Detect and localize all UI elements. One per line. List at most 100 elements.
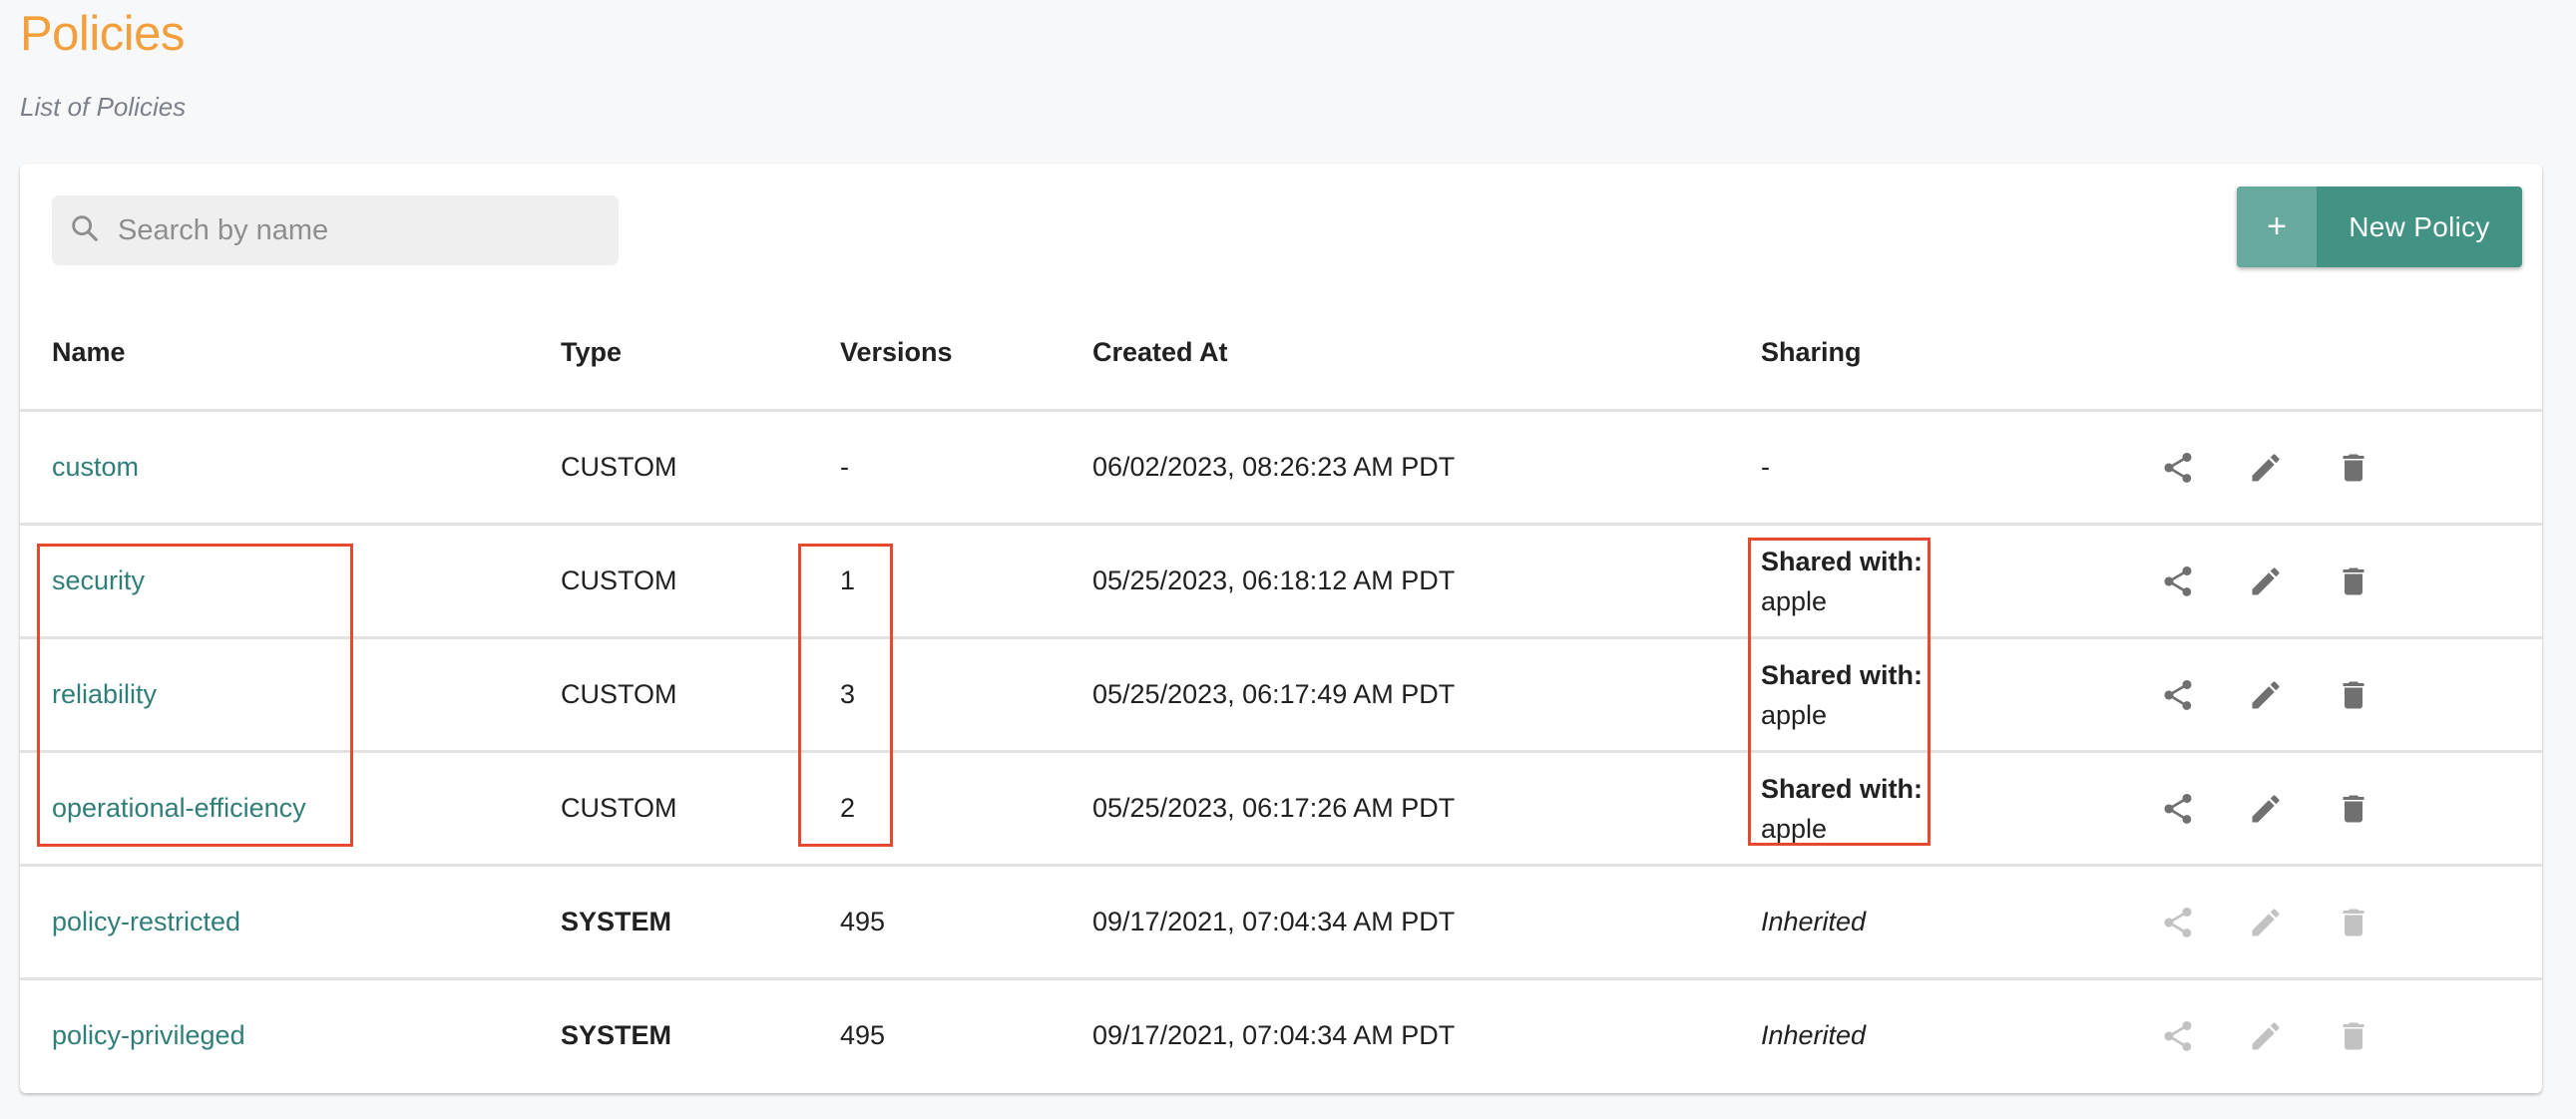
actions-cell (2160, 751, 2542, 867)
column-header-created-at[interactable]: Created At (1092, 296, 1761, 412)
table-row: policy-restricted SYSTEM 495 09/17/2021,… (20, 865, 2542, 980)
sharing-cell: Shared with: apple (1761, 751, 2160, 867)
versions-cell: 3 (840, 637, 1092, 753)
policy-name-link[interactable]: operational-efficiency (52, 793, 306, 823)
name-cell: operational-efficiency (20, 751, 561, 867)
policy-created-at: 09/17/2021, 07:04:34 AM PDT (1092, 1020, 1456, 1050)
policy-type: SYSTEM (561, 907, 672, 936)
table-row: operational-efficiency CUSTOM 2 05/25/20… (20, 751, 2542, 867)
versions-cell: 495 (840, 865, 1092, 980)
sharing-cell: Inherited (1761, 865, 2160, 980)
column-header-name[interactable]: Name (20, 296, 561, 412)
name-cell: policy-restricted (20, 865, 561, 980)
created-at-cell: 09/17/2021, 07:04:34 AM PDT (1092, 865, 1761, 980)
shared-with-value: apple (1761, 585, 1828, 616)
table-row: policy-privileged SYSTEM 495 09/17/2021,… (20, 979, 2542, 1092)
sharing-cell: Shared with: apple (1761, 637, 2160, 753)
policy-type: CUSTOM (561, 565, 677, 595)
delete-trash-icon (2336, 1018, 2371, 1054)
policy-versions: 3 (840, 679, 856, 709)
created-at-cell: 05/25/2023, 06:18:12 AM PDT (1092, 524, 1761, 639)
policy-name-link[interactable]: reliability (52, 679, 157, 709)
policy-name-link[interactable]: policy-restricted (52, 907, 240, 936)
delete-trash-icon[interactable] (2336, 450, 2371, 486)
policies-table: Name Type Versions Created At Sharing cu… (20, 296, 2542, 1091)
search-input[interactable] (116, 212, 599, 248)
actions-cell (2160, 865, 2542, 980)
shared-with-label: Shared with: (1761, 546, 1924, 576)
policy-type: SYSTEM (561, 1020, 672, 1050)
column-header-versions[interactable]: Versions (840, 296, 1092, 412)
table-row: security CUSTOM 1 05/25/2023, 06:18:12 A… (20, 524, 2542, 639)
delete-trash-icon[interactable] (2336, 677, 2371, 713)
table-header-row: Name Type Versions Created At Sharing (20, 296, 2542, 412)
versions-cell: - (840, 410, 1092, 526)
versions-cell: 1 (840, 524, 1092, 639)
share-icon[interactable] (2160, 791, 2196, 827)
created-at-cell: 09/17/2021, 07:04:34 AM PDT (1092, 979, 1761, 1092)
search-box[interactable] (52, 195, 619, 265)
name-cell: custom (20, 410, 561, 526)
name-cell: reliability (20, 637, 561, 753)
policy-versions: 495 (840, 1020, 886, 1050)
policy-created-at: 05/25/2023, 06:18:12 AM PDT (1092, 565, 1456, 595)
created-at-cell: 06/02/2023, 08:26:23 AM PDT (1092, 410, 1761, 526)
policy-versions: - (840, 452, 849, 482)
policy-name-link[interactable]: policy-privileged (52, 1020, 245, 1050)
new-policy-label: New Policy (2349, 210, 2490, 242)
type-cell: SYSTEM (561, 865, 840, 980)
policy-name-link[interactable]: security (52, 565, 145, 595)
versions-cell: 495 (840, 979, 1092, 1092)
edit-pencil-icon (2248, 905, 2284, 940)
sharing-inherited: Inherited (1761, 1020, 1867, 1050)
edit-pencil-icon[interactable] (2248, 677, 2284, 713)
shared-with-label: Shared with: (1761, 773, 1924, 804)
policy-created-at: 09/17/2021, 07:04:34 AM PDT (1092, 907, 1456, 936)
policy-created-at: 06/02/2023, 08:26:23 AM PDT (1092, 452, 1456, 482)
shared-with-label: Shared with: (1761, 659, 1924, 690)
edit-pencil-icon[interactable] (2248, 450, 2284, 486)
policy-name-link[interactable]: custom (52, 452, 139, 482)
column-header-actions (2160, 296, 2542, 412)
share-icon (2160, 1018, 2196, 1054)
actions-cell (2160, 524, 2542, 639)
share-icon[interactable] (2160, 450, 2196, 486)
policy-created-at: 05/25/2023, 06:17:26 AM PDT (1092, 793, 1456, 823)
type-cell: SYSTEM (561, 979, 840, 1092)
sharing-cell: Inherited (1761, 979, 2160, 1092)
table-row: reliability CUSTOM 3 05/25/2023, 06:17:4… (20, 637, 2542, 753)
edit-pencil-icon (2248, 1018, 2284, 1054)
delete-trash-icon[interactable] (2336, 791, 2371, 827)
policy-created-at: 05/25/2023, 06:17:49 AM PDT (1092, 679, 1456, 709)
share-icon (2160, 905, 2196, 940)
sharing-inherited: Inherited (1761, 907, 1867, 936)
actions-cell (2160, 979, 2542, 1092)
sharing-cell: Shared with: apple (1761, 524, 2160, 639)
column-header-type[interactable]: Type (561, 296, 840, 412)
new-policy-button[interactable]: + New Policy (2237, 186, 2522, 267)
page-subtitle: List of Policies (20, 92, 187, 122)
actions-cell (2160, 410, 2542, 526)
policy-versions: 2 (840, 793, 856, 823)
share-icon[interactable] (2160, 563, 2196, 599)
type-cell: CUSTOM (561, 637, 840, 753)
table-row: custom CUSTOM - 06/02/2023, 08:26:23 AM … (20, 410, 2542, 526)
share-icon[interactable] (2160, 677, 2196, 713)
type-cell: CUSTOM (561, 524, 840, 639)
type-cell: CUSTOM (561, 410, 840, 526)
created-at-cell: 05/25/2023, 06:17:26 AM PDT (1092, 751, 1761, 867)
edit-pencil-icon[interactable] (2248, 791, 2284, 827)
versions-cell: 2 (840, 751, 1092, 867)
page-title: Policies (20, 7, 185, 61)
policy-type: CUSTOM (561, 793, 677, 823)
actions-cell (2160, 637, 2542, 753)
policy-versions: 1 (840, 565, 856, 595)
delete-trash-icon[interactable] (2336, 563, 2371, 599)
created-at-cell: 05/25/2023, 06:17:49 AM PDT (1092, 637, 1761, 753)
edit-pencil-icon[interactable] (2248, 563, 2284, 599)
column-header-sharing[interactable]: Sharing (1761, 296, 2160, 412)
name-cell: security (20, 524, 561, 639)
shared-with-value: apple (1761, 699, 1828, 730)
plus-icon: + (2237, 186, 2317, 267)
shared-with-value: apple (1761, 813, 1828, 844)
